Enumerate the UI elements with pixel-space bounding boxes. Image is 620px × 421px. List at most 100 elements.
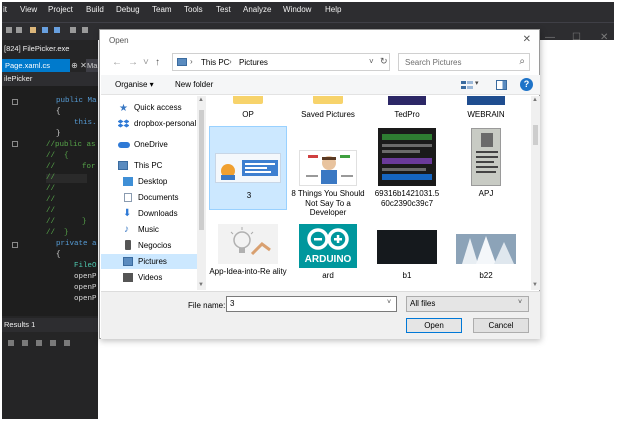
toolbar-icon[interactable] <box>6 27 12 33</box>
chevron-down-icon[interactable]: ˅ <box>369 57 374 66</box>
results-toolbar-icon[interactable] <box>64 340 70 346</box>
dialog-close-icon[interactable]: ✕ <box>523 34 531 45</box>
results-toolbar-icon[interactable] <box>8 340 14 346</box>
menu-item-window[interactable]: Window <box>283 5 311 15</box>
image-thumbnail <box>456 234 516 264</box>
image-thumbnail <box>299 150 357 186</box>
file-item-folder[interactable]: TedPro <box>368 96 446 122</box>
music-icon: ♪ <box>124 224 129 235</box>
code-line: openP <box>74 284 97 292</box>
nav-dropbox-personal[interactable]: dropbox-personal <box>101 116 197 131</box>
collapse-icon[interactable] <box>12 99 18 105</box>
maximize-icon[interactable]: ☐ <box>572 33 581 43</box>
menu-item-build[interactable]: Build <box>86 5 104 15</box>
command-bar: Organise ▾ New folder ▾ ? <box>101 75 540 95</box>
nav-downloads[interactable]: ⬇ Downloads <box>101 206 197 221</box>
scroll-down-icon[interactable]: ▼ <box>532 282 538 288</box>
nav-this-pc[interactable]: This PC <box>101 158 197 173</box>
organise-button[interactable]: Organise ▾ <box>115 80 154 89</box>
file-item-image[interactable]: App-Idea-into-Re ality <box>209 220 287 290</box>
undo-icon[interactable] <box>70 27 76 33</box>
address-bar[interactable]: › This PC › Pictures ˅ ↻ <box>172 53 390 71</box>
file-item-image[interactable]: 3 <box>209 126 287 210</box>
view-options-chevron-icon[interactable]: ▾ <box>475 79 479 87</box>
menu-item-debug[interactable]: Debug <box>116 5 140 15</box>
save-all-icon[interactable] <box>54 27 60 33</box>
open-button[interactable]: Open <box>406 318 462 333</box>
file-list-scrollbar-thumb[interactable] <box>533 125 538 145</box>
tab-close-icon[interactable]: ⊕ ✕ <box>71 59 87 72</box>
results-toolbar-icon[interactable] <box>50 340 56 346</box>
tab-mainpage[interactable]: Ma <box>86 59 98 72</box>
file-item-image[interactable]: ARDUINO ard <box>289 220 367 290</box>
collapse-icon[interactable] <box>12 242 18 248</box>
forward-arrow-icon[interactable]: → <box>128 57 138 68</box>
redo-icon[interactable] <box>82 27 88 33</box>
menu-item-analyze[interactable]: Analyze <box>243 5 271 15</box>
nav-videos[interactable]: Videos <box>101 270 197 285</box>
nav-pictures[interactable]: Pictures <box>101 254 197 269</box>
file-type-chevron-down-icon[interactable]: ˅ <box>518 299 522 306</box>
scroll-down-icon[interactable]: ▼ <box>198 282 204 288</box>
nav-scrollbar-thumb[interactable] <box>199 110 204 230</box>
menu-item-tools[interactable]: Tools <box>184 5 203 15</box>
file-item-folder[interactable]: WEBRAIN <box>447 96 525 122</box>
new-folder-button[interactable]: New folder <box>175 80 213 89</box>
project-dropdown[interactable]: ilePicker <box>2 72 98 86</box>
menu-item-team[interactable]: Team <box>152 5 172 15</box>
menu-item-help[interactable]: Help <box>325 5 341 15</box>
collapse-icon[interactable] <box>12 141 18 147</box>
tab-page-xaml-cs[interactable]: Page.xaml.cs <box>2 59 70 72</box>
close-icon[interactable]: ✕ <box>600 33 608 43</box>
file-item-image[interactable]: 8 Things You Should Not Say To a Develop… <box>289 126 367 217</box>
nav-music[interactable]: ♪ Music <box>101 222 197 237</box>
search-input[interactable]: Search Pictures ⌕ <box>398 53 530 71</box>
scroll-up-icon[interactable]: ▲ <box>198 97 204 103</box>
save-icon[interactable] <box>42 27 48 33</box>
results-toolbar-icon[interactable] <box>36 340 42 346</box>
nav-documents[interactable]: Documents <box>101 190 197 205</box>
scroll-up-icon[interactable]: ▲ <box>532 97 538 103</box>
code-editor[interactable]: public Ma { this. } //public as // { // … <box>2 86 98 316</box>
results-panel-header[interactable]: Results 1 <box>2 318 98 332</box>
file-item-image[interactable]: APJ <box>447 126 525 216</box>
menu-item-edit[interactable]: it <box>3 5 7 15</box>
file-item-image[interactable]: b22 <box>447 220 525 290</box>
change-view-icon[interactable] <box>461 80 473 90</box>
breadcrumb-separator[interactable]: › <box>190 57 193 66</box>
recent-locations-icon[interactable]: ˅ <box>143 57 149 68</box>
menu-item-test[interactable]: Test <box>216 5 231 15</box>
file-item-folder[interactable]: OP <box>209 96 287 122</box>
file-name-input[interactable]: 3 <box>226 296 397 312</box>
toolbar-icon[interactable] <box>16 27 22 33</box>
file-item-image[interactable]: 69316b1421031.5 60c2390c39c7 <box>368 126 446 216</box>
nav-desktop[interactable]: Desktop <box>101 174 197 189</box>
open-file-dialog: Open ✕ ← → ˅ ↑ › This PC › Pictures ˅ ↻ … <box>99 29 540 339</box>
open-folder-icon[interactable] <box>30 27 36 33</box>
nav-negocios[interactable]: Negocios <box>101 238 197 253</box>
nav-quick-access[interactable]: ★ Quick access <box>101 100 197 115</box>
file-item-image[interactable]: b1 <box>368 220 446 290</box>
back-arrow-icon[interactable]: ← <box>112 57 122 68</box>
preview-pane-icon[interactable] <box>496 80 507 90</box>
file-name-label: File name: <box>188 301 226 310</box>
minimize-icon[interactable]: — <box>545 33 555 43</box>
breadcrumb-separator[interactable]: › <box>229 57 232 66</box>
file-type-select[interactable]: All files <box>406 296 529 312</box>
file-item-folder[interactable]: Saved Pictures <box>289 96 367 122</box>
breadcrumb-this-pc[interactable]: This PC <box>201 58 229 67</box>
menu-item-view[interactable]: View <box>20 5 37 15</box>
breadcrumb-pictures[interactable]: Pictures <box>239 58 268 67</box>
search-icon[interactable]: ⌕ <box>519 56 525 67</box>
pictures-icon <box>123 257 133 266</box>
help-icon[interactable]: ? <box>520 78 533 91</box>
refresh-icon[interactable]: ↻ <box>380 56 388 67</box>
results-toolbar-icon[interactable] <box>22 340 28 346</box>
up-arrow-icon[interactable]: ↑ <box>155 57 160 68</box>
nav-onedrive[interactable]: OneDrive <box>101 137 197 152</box>
download-icon: ⬇ <box>123 208 132 219</box>
folder-thumbnail <box>388 96 426 105</box>
cancel-button[interactable]: Cancel <box>473 318 529 333</box>
file-name-chevron-down-icon[interactable]: ˅ <box>387 299 391 306</box>
menu-item-project[interactable]: Project <box>48 5 73 15</box>
